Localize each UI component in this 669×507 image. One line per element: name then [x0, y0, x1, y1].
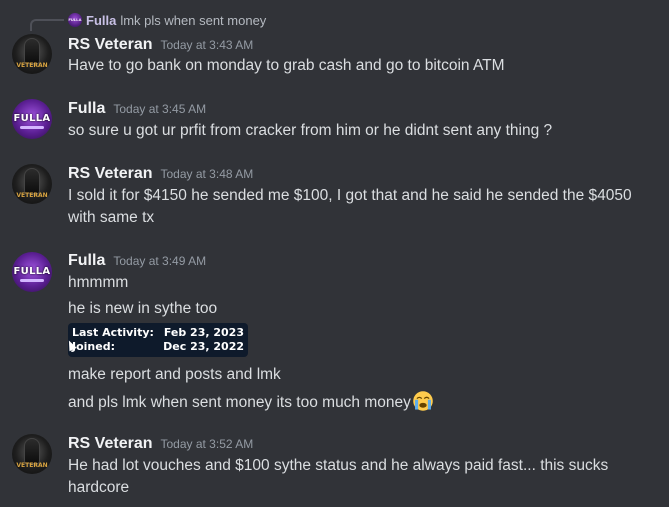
message-text: so sure u got ur prfit from cracker from…: [68, 122, 553, 139]
message-text: I sold it for $4150 he sended me $100, I…: [68, 187, 632, 204]
message-text: Have to go bank on monday to grab cash a…: [68, 57, 505, 74]
username[interactable]: RS Veteran: [68, 36, 152, 54]
timestamp[interactable]: Today at 3:43 AM: [160, 38, 253, 52]
reply-text[interactable]: lmk pls when sent money: [120, 13, 266, 28]
message-text: hmmmm: [68, 274, 129, 291]
chat-messages: FULLA Fulla lmk pls when sent money VETE…: [0, 0, 669, 507]
message-text: He had lot vouches and $100 sythe status…: [68, 457, 609, 474]
reply-username[interactable]: Fulla: [86, 13, 116, 28]
attachment-row: Last Activity: Feb 23, 2023: [72, 326, 244, 340]
username[interactable]: RS Veteran: [68, 165, 152, 183]
reply-reference[interactable]: FULLA Fulla lmk pls when sent money: [68, 12, 266, 28]
message-text: with same tx: [68, 209, 155, 226]
username[interactable]: RS Veteran: [68, 435, 152, 453]
timestamp[interactable]: Today at 3:52 AM: [160, 437, 253, 451]
avatar-decoration: [20, 279, 44, 282]
message-header: RS Veteran Today at 3:48 AM: [68, 165, 253, 183]
loudly-crying-face-icon[interactable]: [412, 390, 434, 412]
avatar[interactable]: FULLA: [12, 252, 52, 292]
username[interactable]: Fulla: [68, 100, 105, 118]
message-header: RS Veteran Today at 3:52 AM: [68, 435, 253, 453]
message-text: make report and posts and lmk: [68, 366, 281, 383]
avatar-label: VETERAN: [16, 192, 48, 199]
timestamp[interactable]: Today at 3:49 AM: [113, 254, 206, 268]
attachment-value: Dec 23, 2022: [163, 340, 244, 353]
avatar[interactable]: VETERAN: [12, 34, 52, 74]
avatar-figure: [24, 168, 40, 194]
image-attachment[interactable]: Last Activity: Feb 23, 2023 Joined: Dec …: [68, 323, 248, 357]
avatar-label: FULLA: [13, 113, 51, 124]
avatar[interactable]: VETERAN: [12, 164, 52, 204]
reply-avatar-text: FULLA: [68, 17, 82, 22]
attachment-row: Joined: Dec 23, 2022: [72, 340, 244, 354]
reply-spine: [30, 19, 64, 31]
avatar-figure: [24, 38, 40, 64]
username[interactable]: Fulla: [68, 252, 105, 270]
avatar-label: FULLA: [13, 266, 51, 277]
message-header: RS Veteran Today at 3:43 AM: [68, 36, 253, 54]
attachment-label: Joined:: [72, 340, 115, 353]
avatar[interactable]: FULLA: [12, 99, 52, 139]
message-header: Fulla Today at 3:45 AM: [68, 100, 206, 118]
message-text: hardcore: [68, 479, 130, 496]
attachment-value: Feb 23, 2023: [163, 326, 244, 339]
attachment-label: Last Activity:: [72, 326, 154, 339]
message-text: and pls lmk when sent money its too much…: [68, 390, 648, 414]
avatar-label: VETERAN: [16, 462, 48, 469]
message-header: Fulla Today at 3:49 AM: [68, 252, 206, 270]
message-text-content: and pls lmk when sent money its too much…: [68, 394, 411, 411]
avatar-label: VETERAN: [16, 62, 48, 69]
reply-avatar[interactable]: FULLA: [68, 13, 82, 27]
avatar[interactable]: VETERAN: [12, 434, 52, 474]
timestamp[interactable]: Today at 3:45 AM: [113, 102, 206, 116]
avatar-decoration: [20, 126, 44, 129]
message-text: he is new in sythe too: [68, 300, 218, 317]
avatar-figure: [24, 438, 40, 464]
timestamp[interactable]: Today at 3:48 AM: [160, 167, 253, 181]
